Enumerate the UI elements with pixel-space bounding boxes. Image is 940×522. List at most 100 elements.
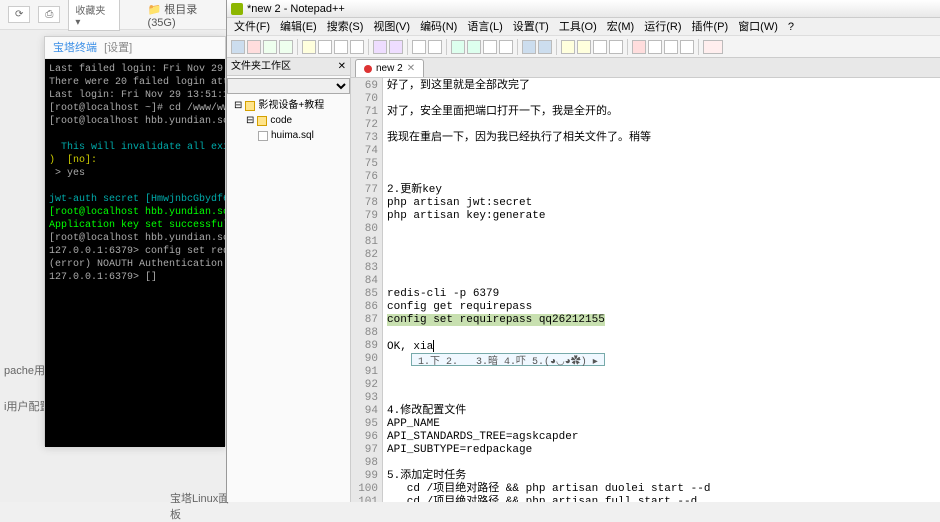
folder-icon — [245, 101, 255, 111]
uncomment-icon[interactable] — [577, 40, 591, 54]
save-all-icon[interactable] — [279, 40, 293, 54]
workspace-dropdown[interactable] — [227, 78, 350, 94]
find-icon[interactable] — [412, 40, 426, 54]
show-all-icon[interactable] — [499, 40, 513, 54]
code-area[interactable]: 6970717273747576777879808182838485868788… — [351, 78, 940, 502]
terminal-line: jwt-auth secret [HmwjnbcGbydf6 — [49, 193, 221, 206]
code-line: OK, xia — [387, 340, 936, 353]
code-line: 4.修改配置文件 — [387, 405, 936, 418]
terminal-titlebar[interactable]: 宝塔终端 [设置] — [45, 37, 225, 59]
outdent-icon[interactable] — [538, 40, 552, 54]
toolbar-sep — [407, 39, 408, 55]
menu-item[interactable]: 插件(P) — [689, 18, 732, 35]
bg-toolbar: ⟳ ⎙ 收藏夹 ▾ 📁 根目录(35G) — [0, 0, 232, 30]
root-dir-label[interactable]: 📁 根目录(35G) — [148, 1, 224, 29]
menu-item[interactable]: 宏(M) — [604, 18, 638, 35]
menu-item[interactable]: 文件(F) — [231, 18, 273, 35]
cut-icon[interactable] — [318, 40, 332, 54]
zoom-in-icon[interactable] — [451, 40, 465, 54]
tab-new2[interactable]: new 2 ✕ — [355, 59, 424, 77]
code-line — [387, 158, 936, 171]
code-line — [387, 223, 936, 236]
terminal-line: Last failed login: Fri Nov 29 — [49, 63, 221, 76]
file-tree: ⊟ 影视设备+教程 ⊟ codehuima.sql — [227, 96, 350, 145]
menu-item[interactable]: 编码(N) — [417, 18, 460, 35]
menu-item[interactable]: ? — [785, 18, 797, 35]
terminal-line: There were 20 failed login att — [49, 76, 221, 89]
bg-footer: 宝塔Linux面板 — [170, 490, 232, 522]
tree-node[interactable]: ⊟ 影视设备+教程 — [231, 98, 346, 113]
undo-icon[interactable] — [373, 40, 387, 54]
comment-icon[interactable] — [561, 40, 575, 54]
tree-label: 影视设备+教程 — [258, 98, 324, 113]
ime-candidate-box[interactable]: 1.下 2. 3.暗 4.吓 5.(◕◡◕✿) ▸ — [411, 353, 605, 366]
terminal-line — [49, 128, 221, 141]
menu-item[interactable]: 视图(V) — [370, 18, 413, 35]
file-icon — [258, 131, 268, 141]
terminal-line: > yes — [49, 167, 221, 180]
save-icon[interactable] — [263, 40, 277, 54]
notepadpp-window: *new 2 - Notepad++ 文件(F)编辑(E)搜索(S)视图(V)编… — [226, 0, 940, 502]
npp-title-text: *new 2 - Notepad++ — [247, 0, 345, 18]
terminal-body[interactable]: Last failed login: Fri Nov 29 There were… — [45, 59, 225, 447]
tree-node[interactable]: huima.sql — [231, 128, 346, 143]
zoom-out-icon[interactable] — [467, 40, 481, 54]
expand-icon[interactable]: ⊟ — [246, 113, 254, 128]
terminal-settings-link[interactable]: [设置] — [104, 42, 132, 54]
tree-node[interactable]: ⊟ code — [231, 113, 346, 128]
tree-label: huima.sql — [271, 128, 314, 143]
indent-icon[interactable] — [522, 40, 536, 54]
code-line: cd /项目绝对路径 && php artisan duolei start -… — [387, 483, 936, 496]
run-macro-icon[interactable] — [680, 40, 694, 54]
new-file-icon[interactable] — [231, 40, 245, 54]
npp-app-icon — [231, 3, 243, 15]
npp-menubar: 文件(F)编辑(E)搜索(S)视图(V)编码(N)语言(L) 设置(T)工具(O)… — [227, 18, 940, 36]
terminal-title: 宝塔终端 — [53, 42, 97, 54]
code-line — [387, 457, 936, 470]
func-list-icon[interactable] — [593, 40, 607, 54]
menu-item[interactable]: 语言(L) — [464, 18, 505, 35]
code-line: cd /项目绝对路径 && php artisan full start --d — [387, 496, 936, 502]
stop-macro-icon[interactable] — [648, 40, 662, 54]
code-line — [387, 327, 936, 340]
print-icon[interactable] — [302, 40, 316, 54]
terminal-line: ) [no]: — [49, 154, 221, 167]
redo-icon[interactable] — [389, 40, 403, 54]
expand-icon[interactable]: ⊟ — [234, 98, 242, 113]
paste-icon[interactable] — [350, 40, 364, 54]
tab-label: new 2 — [376, 60, 403, 78]
code-line — [387, 145, 936, 158]
code-line: APP_NAME — [387, 418, 936, 431]
menu-item[interactable]: 运行(R) — [641, 18, 684, 35]
code-line: 2.更新key — [387, 184, 936, 197]
terminal-window: 宝塔终端 [设置] Last failed login: Fri Nov 29 … — [44, 36, 226, 446]
side-panel-close-icon[interactable]: ✕ — [338, 58, 346, 76]
code-line: config get requirepass — [387, 301, 936, 314]
print-button[interactable]: ⎙ — [38, 6, 60, 23]
replace-icon[interactable] — [428, 40, 442, 54]
menu-item[interactable]: 编辑(E) — [277, 18, 320, 35]
record-macro-icon[interactable] — [632, 40, 646, 54]
npp-titlebar[interactable]: *new 2 - Notepad++ — [227, 0, 940, 18]
side-panel-title: 文件夹工作区 — [231, 58, 291, 76]
menu-item[interactable]: 搜索(S) — [324, 18, 367, 35]
code-line — [387, 93, 936, 106]
unsaved-dot-icon — [364, 65, 372, 73]
open-file-icon[interactable] — [247, 40, 261, 54]
tree-label: code — [270, 113, 292, 128]
menu-item[interactable]: 工具(O) — [556, 18, 600, 35]
wrap-icon[interactable] — [483, 40, 497, 54]
abc-icon[interactable] — [703, 40, 723, 54]
menu-item[interactable]: 设置(T) — [510, 18, 552, 35]
copy-icon[interactable] — [334, 40, 348, 54]
tab-close-icon[interactable]: ✕ — [407, 60, 415, 78]
refresh-button[interactable]: ⟳ — [8, 6, 30, 23]
play-macro-icon[interactable] — [664, 40, 678, 54]
menu-item[interactable]: 窗口(W) — [735, 18, 781, 35]
terminal-line: [root@localhost ~]# cd /www/ww — [49, 102, 221, 115]
folder-icon — [257, 116, 267, 126]
doc-map-icon[interactable] — [609, 40, 623, 54]
code-line — [387, 379, 936, 392]
code-content[interactable]: 好了，到这里就是全部改完了 对了，安全里面把端口打开一下，我是全开的。 我现在重… — [383, 78, 940, 502]
favorites-dropdown[interactable]: 收藏夹 ▾ — [68, 0, 119, 31]
